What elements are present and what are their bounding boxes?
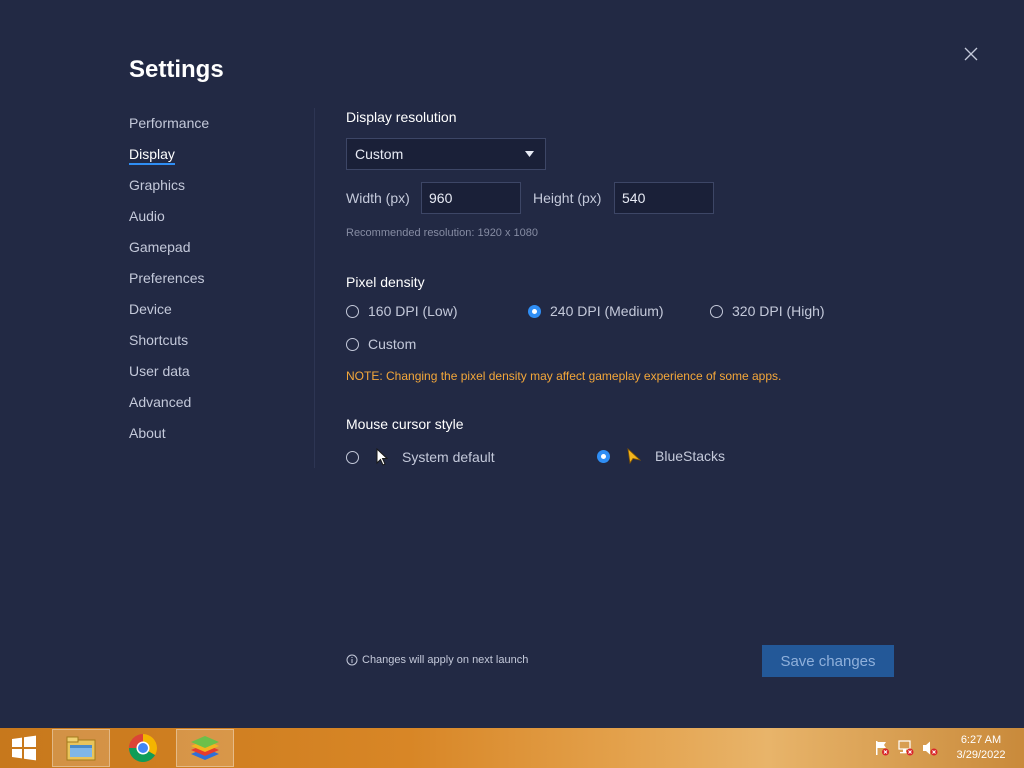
sidebar-item-label: Audio — [129, 208, 165, 224]
settings-sidebar: Performance Display Graphics Audio Gamep… — [129, 113, 299, 454]
height-label: Height (px) — [533, 190, 602, 206]
display-resolution-title: Display resolution — [346, 109, 457, 125]
radio-circle — [346, 337, 359, 351]
resolution-select-value: Custom — [355, 146, 404, 162]
radio-label: BlueStacks — [655, 448, 726, 464]
dpi-160-radio[interactable]: 160 DPI (Low) — [346, 303, 457, 319]
sidebar-item-label: Device — [129, 301, 172, 317]
recommended-resolution-hint: Recommended resolution: 1920 x 1080 — [346, 227, 539, 239]
width-input[interactable] — [421, 182, 521, 214]
height-input[interactable] — [614, 182, 714, 214]
sidebar-item-label: Preferences — [129, 270, 205, 286]
mouse-cursor-title: Mouse cursor style — [346, 416, 464, 432]
radio-label: Custom — [368, 336, 417, 352]
radio-circle — [346, 450, 359, 464]
taskbar-file-explorer[interactable] — [52, 729, 110, 767]
sidebar-item-label: Graphics — [129, 177, 186, 193]
sidebar-item-label: Display — [129, 146, 175, 165]
footer-note-text: Changes will apply on next launch — [362, 654, 529, 666]
bluestacks-cursor-icon — [627, 448, 641, 464]
arrow-cursor-icon — [376, 448, 388, 466]
sidebar-item-device[interactable]: Device — [129, 299, 299, 330]
sidebar-item-shortcuts[interactable]: Shortcuts — [129, 330, 299, 361]
clock-time: 6:27 AM — [960, 734, 1002, 746]
sidebar-divider — [314, 108, 315, 468]
resolution-select[interactable]: Custom — [346, 138, 546, 170]
taskbar-bluestacks[interactable] — [176, 729, 234, 767]
radio-label: 320 DPI (High) — [732, 303, 825, 319]
taskbar-clock[interactable]: 6:27 AM 3/29/2022 — [946, 733, 1016, 763]
file-explorer-icon — [66, 736, 96, 761]
settings-window: Settings Performance Display Graphics Au… — [0, 0, 1024, 728]
chrome-icon — [129, 734, 157, 762]
info-icon — [346, 654, 358, 666]
close-icon — [964, 47, 978, 61]
cursor-system-default-radio[interactable]: System default — [346, 448, 495, 466]
taskbar: 6:27 AM 3/29/2022 — [0, 728, 1024, 768]
footer-note: Changes will apply on next launch — [346, 654, 528, 666]
close-button[interactable] — [958, 41, 984, 67]
radio-circle — [710, 304, 723, 318]
action-center-flag-icon[interactable] — [873, 740, 891, 756]
sidebar-item-graphics[interactable]: Graphics — [129, 175, 299, 206]
sidebar-item-about[interactable]: About — [129, 423, 299, 454]
pixel-density-note: NOTE: Changing the pixel density may aff… — [346, 369, 782, 383]
sidebar-item-label: Advanced — [129, 394, 192, 410]
radio-label: 160 DPI (Low) — [368, 303, 458, 319]
sidebar-item-preferences[interactable]: Preferences — [129, 268, 299, 299]
sidebar-item-label: Performance — [129, 115, 210, 131]
radio-circle — [528, 304, 541, 318]
bluestacks-icon — [191, 736, 219, 760]
page-title: Settings — [129, 56, 224, 83]
cursor-bluestacks-radio[interactable]: BlueStacks — [597, 448, 725, 464]
sidebar-item-label: User data — [129, 363, 190, 379]
sidebar-item-advanced[interactable]: Advanced — [129, 392, 299, 423]
radio-circle — [346, 304, 359, 318]
network-icon[interactable] — [897, 740, 915, 756]
windows-logo-icon — [12, 735, 36, 761]
sidebar-item-gamepad[interactable]: Gamepad — [129, 237, 299, 268]
sidebar-item-display[interactable]: Display — [129, 144, 299, 175]
sidebar-item-label: About — [129, 425, 166, 441]
radio-label: System default — [402, 449, 495, 465]
width-label: Width (px) — [346, 190, 410, 206]
radio-circle — [597, 449, 610, 463]
chevron-down-icon — [525, 151, 534, 157]
volume-muted-icon[interactable] — [921, 740, 939, 756]
clock-date: 3/29/2022 — [956, 749, 1006, 761]
start-button[interactable] — [0, 728, 48, 768]
dpi-240-radio[interactable]: 240 DPI (Medium) — [528, 303, 664, 319]
sidebar-item-audio[interactable]: Audio — [129, 206, 299, 237]
sidebar-item-user-data[interactable]: User data — [129, 361, 299, 392]
sidebar-item-label: Shortcuts — [129, 332, 189, 348]
save-button[interactable]: Save changes — [762, 645, 894, 677]
radio-label: 240 DPI (Medium) — [550, 303, 664, 319]
sidebar-item-label: Gamepad — [129, 239, 191, 255]
dpi-custom-radio[interactable]: Custom — [346, 336, 416, 352]
pixel-density-title: Pixel density — [346, 274, 425, 290]
sidebar-item-performance[interactable]: Performance — [129, 113, 299, 144]
taskbar-chrome[interactable] — [114, 729, 172, 767]
dpi-320-radio[interactable]: 320 DPI (High) — [710, 303, 825, 319]
